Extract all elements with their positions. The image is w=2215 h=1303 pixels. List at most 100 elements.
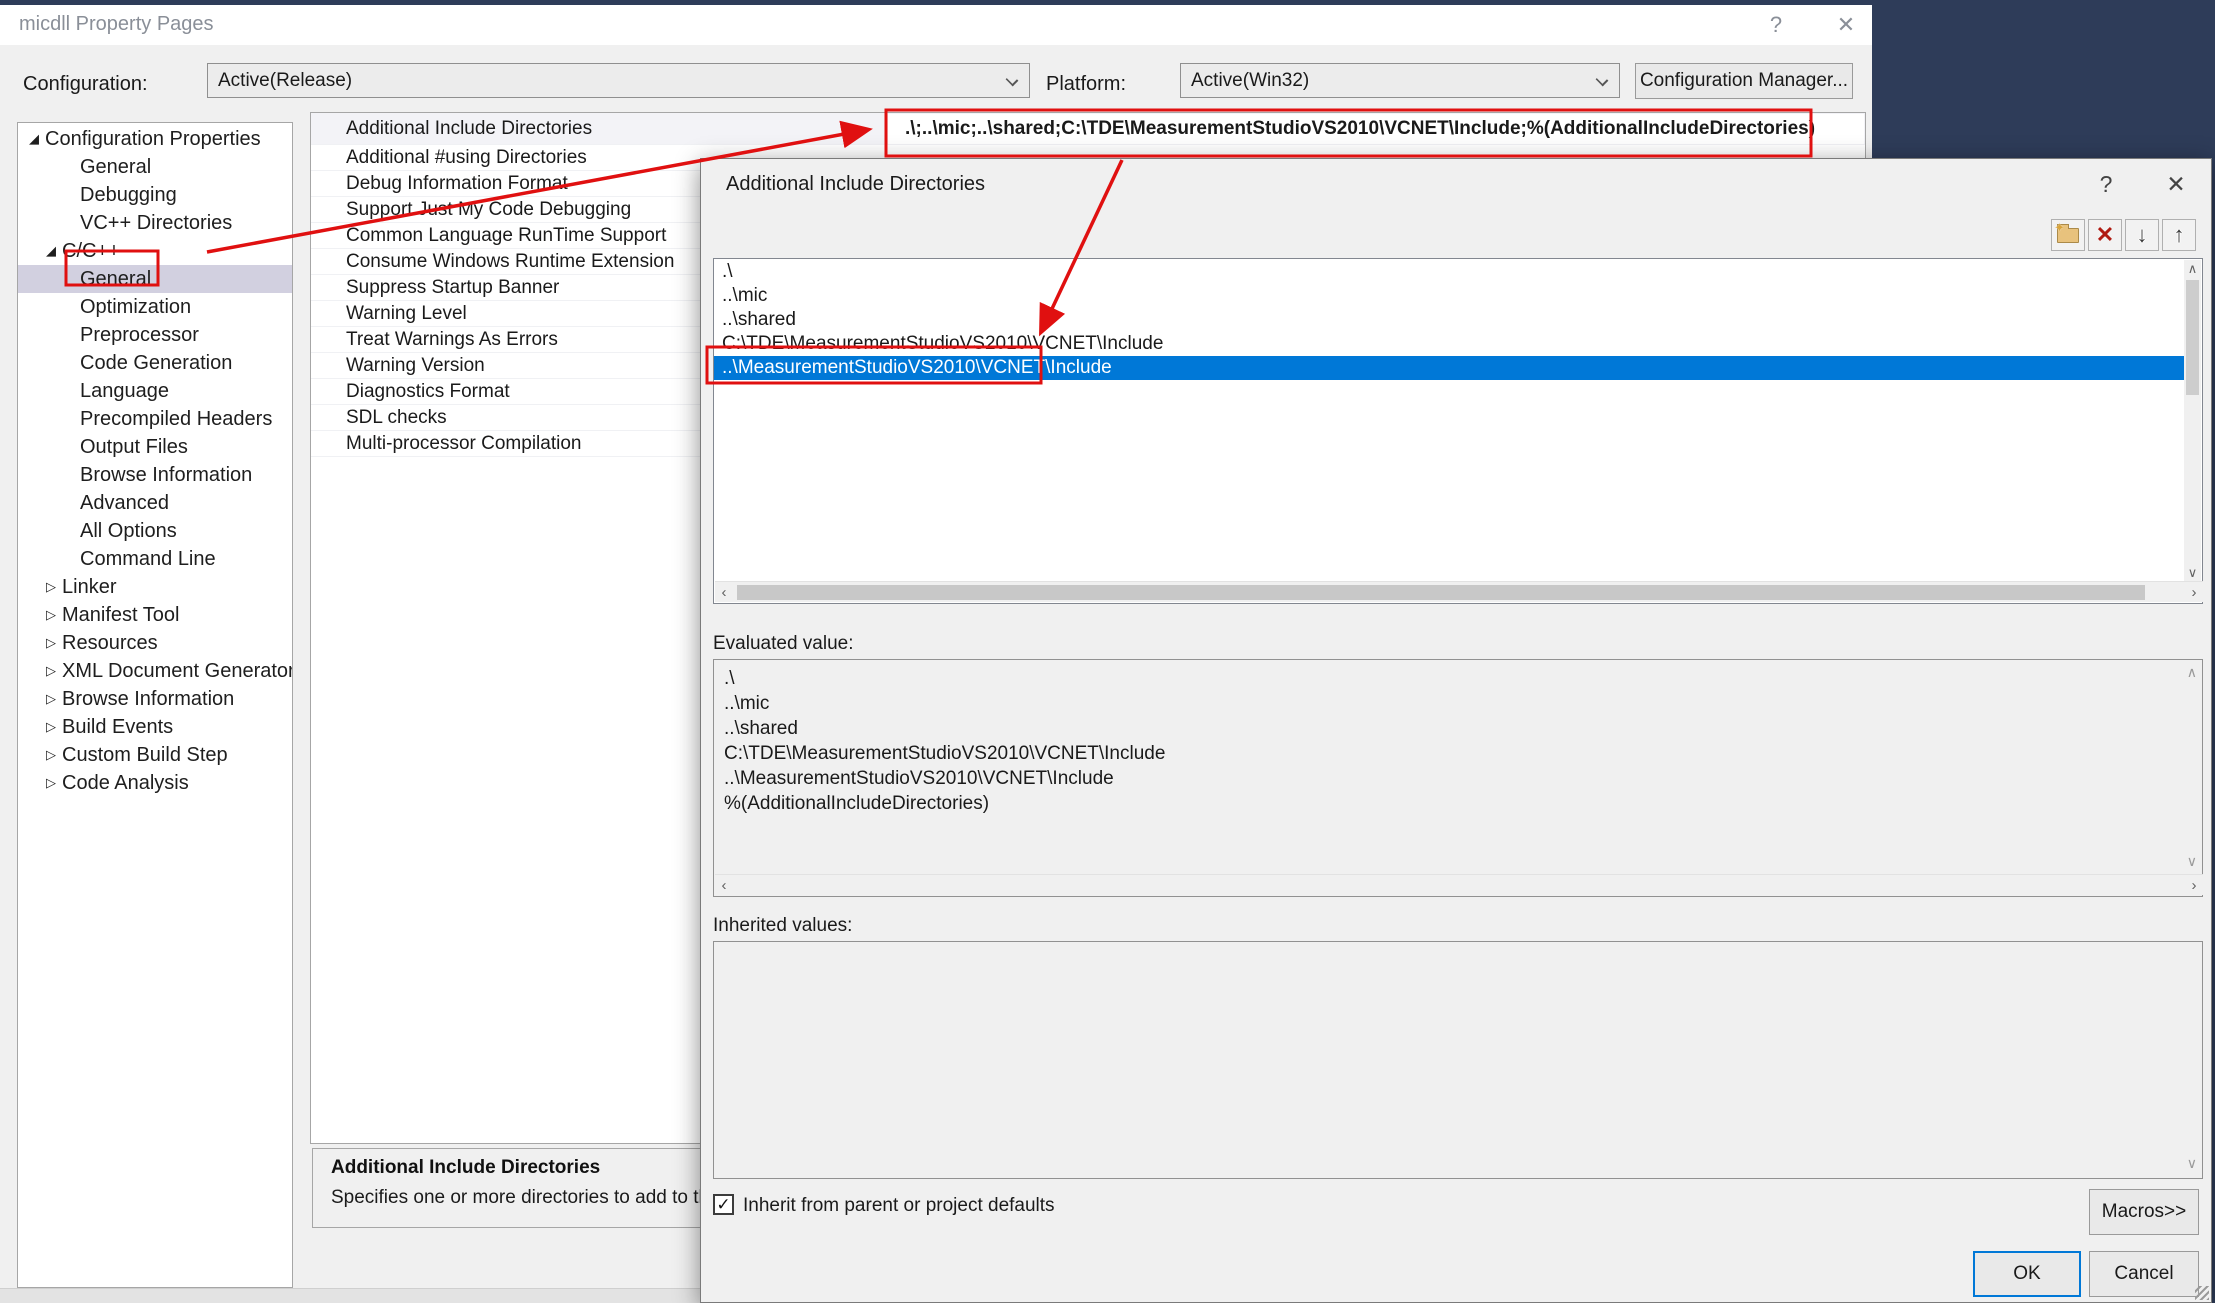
arrow-down-icon: ↓ — [2137, 224, 2148, 246]
configuration-tree: ◢Configuration Properties General Debugg… — [17, 122, 293, 1288]
tree-item-output-files[interactable]: Output Files — [18, 433, 292, 461]
additional-include-directories-dialog: Additional Include Directories ? ✕ ✦ ✕ ↓… — [700, 158, 2212, 1303]
evaluated-line: .\ — [714, 666, 2202, 691]
list-vertical-scrollbar[interactable]: ∧ ∨ — [2184, 260, 2201, 582]
scroll-left-icon[interactable]: ‹ — [715, 875, 733, 896]
cancel-button[interactable]: Cancel — [2089, 1251, 2199, 1297]
evaluated-line: ..\mic — [714, 691, 2202, 716]
chevron-down-icon — [1596, 74, 1609, 87]
arrow-up-icon: ↑ — [2174, 224, 2185, 246]
list-horizontal-scrollbar[interactable]: ‹ › — [715, 581, 2203, 602]
tree-item-browse-information-2[interactable]: ▷Browse Information — [18, 685, 292, 713]
tree-item-browse-information[interactable]: Browse Information — [18, 461, 292, 489]
tree-item-c-cpp[interactable]: ◢C/C++ — [18, 237, 292, 265]
tree-item-manifest-tool[interactable]: ▷Manifest Tool — [18, 601, 292, 629]
tree-item-build-events[interactable]: ▷Build Events — [18, 713, 292, 741]
expanded-triangle-icon[interactable]: ◢ — [46, 237, 56, 265]
inherit-defaults-label: Inherit from parent or project defaults — [743, 1195, 1055, 1217]
collapsed-triangle-icon[interactable]: ▷ — [46, 769, 56, 797]
tree-item-general[interactable]: General — [18, 153, 292, 181]
tree-item-preprocessor[interactable]: Preprocessor — [18, 321, 292, 349]
inherited-values-box[interactable]: ∨ — [713, 941, 2203, 1179]
new-folder-icon: ✦ — [2057, 228, 2079, 243]
evaluated-line: C:\TDE\MeasurementStudioVS2010\VCNET\Inc… — [714, 741, 2202, 766]
evaluated-line: %(AdditionalIncludeDirectories) — [714, 791, 2202, 816]
collapsed-triangle-icon[interactable]: ▷ — [46, 573, 56, 601]
window-help-icon[interactable]: ? — [1752, 9, 1800, 41]
move-up-button[interactable]: ↑ — [2162, 219, 2196, 251]
scroll-right-icon[interactable]: › — [2185, 582, 2203, 603]
directory-item[interactable]: ..\shared — [714, 308, 2184, 332]
directory-item[interactable]: .\ — [714, 260, 2184, 284]
description-title: Additional Include Directories — [331, 1157, 600, 1179]
tree-item-vcpp-directories[interactable]: VC++ Directories — [18, 209, 292, 237]
scroll-down-icon[interactable]: ∨ — [2187, 853, 2197, 870]
expanded-triangle-icon[interactable]: ◢ — [29, 125, 39, 153]
tree-item-configuration-properties[interactable]: ◢Configuration Properties — [18, 125, 292, 153]
configuration-value: Active(Release) — [218, 70, 352, 91]
tree-item-code-generation[interactable]: Code Generation — [18, 349, 292, 377]
tree-item-linker[interactable]: ▷Linker — [18, 573, 292, 601]
collapsed-triangle-icon[interactable]: ▷ — [46, 657, 56, 685]
collapsed-triangle-icon[interactable]: ▷ — [46, 685, 56, 713]
platform-label: Platform: — [1046, 73, 1126, 96]
description-text: Specifies one or more directories to add… — [331, 1187, 740, 1209]
chevron-down-icon — [1006, 74, 1019, 87]
collapsed-triangle-icon[interactable]: ▷ — [46, 713, 56, 741]
tree-item-resources[interactable]: ▷Resources — [18, 629, 292, 657]
platform-select[interactable]: Active(Win32) — [1180, 63, 1620, 98]
configuration-manager-button[interactable]: Configuration Manager... — [1635, 63, 1853, 99]
property-row-additional-include-directories[interactable]: Additional Include Directories .\;..\mic… — [311, 113, 1865, 145]
tree-item-all-options[interactable]: All Options — [18, 517, 292, 545]
directories-list: .\ ..\mic ..\shared C:\TDE\MeasurementSt… — [713, 258, 2203, 604]
evaluated-horizontal-scrollbar[interactable]: ‹ › — [715, 874, 2203, 895]
tree-item-debugging[interactable]: Debugging — [18, 181, 292, 209]
scrollbar-thumb[interactable] — [2186, 280, 2199, 395]
tree-item-optimization[interactable]: Optimization — [18, 293, 292, 321]
scroll-down-icon[interactable]: ∨ — [2187, 1155, 2197, 1172]
tree-item-c-cpp-general-selected[interactable]: General — [18, 265, 292, 293]
collapsed-triangle-icon[interactable]: ▷ — [46, 629, 56, 657]
dialog-title: Additional Include Directories — [726, 173, 985, 196]
tree-item-command-line[interactable]: Command Line — [18, 545, 292, 573]
evaluated-line: ..\MeasurementStudioVS2010\VCNET\Include — [714, 766, 2202, 791]
directory-item-selected[interactable]: ..\MeasurementStudioVS2010\VCNET\Include — [714, 356, 2184, 380]
ok-button[interactable]: OK — [1973, 1251, 2081, 1297]
configuration-select[interactable]: Active(Release) — [207, 63, 1030, 98]
tree-item-language[interactable]: Language — [18, 377, 292, 405]
scroll-up-icon[interactable]: ∧ — [2184, 260, 2201, 278]
dialog-close-icon[interactable]: ✕ — [2153, 167, 2199, 201]
move-down-button[interactable]: ↓ — [2125, 219, 2159, 251]
scrollbar-thumb[interactable] — [737, 585, 2145, 600]
dialog-help-icon[interactable]: ? — [2083, 167, 2129, 201]
window-close-icon[interactable]: ✕ — [1822, 9, 1870, 41]
configuration-label: Configuration: — [23, 73, 148, 96]
collapsed-triangle-icon[interactable]: ▷ — [46, 601, 56, 629]
evaluated-value-label: Evaluated value: — [713, 633, 854, 655]
window-titlebar: micdll Property Pages ? ✕ — [0, 5, 1872, 45]
directory-item[interactable]: C:\TDE\MeasurementStudioVS2010\VCNET\Inc… — [714, 332, 2184, 356]
scroll-right-icon[interactable]: › — [2185, 875, 2203, 896]
collapsed-triangle-icon[interactable]: ▷ — [46, 741, 56, 769]
directory-item[interactable]: ..\mic — [714, 284, 2184, 308]
window-title: micdll Property Pages — [19, 13, 214, 36]
property-name: Additional Include Directories — [346, 118, 592, 139]
tree-item-xml-document-generator[interactable]: ▷XML Document Generator — [18, 657, 292, 685]
scroll-up-icon[interactable]: ∧ — [2187, 664, 2197, 681]
new-line-button[interactable]: ✦ — [2051, 219, 2085, 251]
evaluated-line: ..\shared — [714, 716, 2202, 741]
delete-button[interactable]: ✕ — [2088, 219, 2122, 251]
tree-item-code-analysis[interactable]: ▷Code Analysis — [18, 769, 292, 797]
resize-grip[interactable] — [2195, 1286, 2209, 1300]
scroll-left-icon[interactable]: ‹ — [715, 582, 733, 603]
platform-value: Active(Win32) — [1191, 70, 1309, 91]
desktop-backdrop: micdll Property Pages ? ✕ Configuration:… — [0, 0, 2215, 1303]
evaluated-value-box[interactable]: .\ ..\mic ..\shared C:\TDE\MeasurementSt… — [713, 659, 2203, 897]
additional-include-directories-value-field[interactable]: .\;..\mic;..\shared;C:\TDE\MeasurementSt… — [888, 114, 1864, 144]
tree-item-custom-build-step[interactable]: ▷Custom Build Step — [18, 741, 292, 769]
macros-button[interactable]: Macros>> — [2089, 1189, 2199, 1235]
inherit-defaults-checkbox[interactable]: ✓ — [713, 1194, 734, 1215]
tree-item-advanced[interactable]: Advanced — [18, 489, 292, 517]
tree-item-precompiled-headers[interactable]: Precompiled Headers — [18, 405, 292, 433]
scroll-down-icon[interactable]: ∨ — [2184, 564, 2201, 582]
